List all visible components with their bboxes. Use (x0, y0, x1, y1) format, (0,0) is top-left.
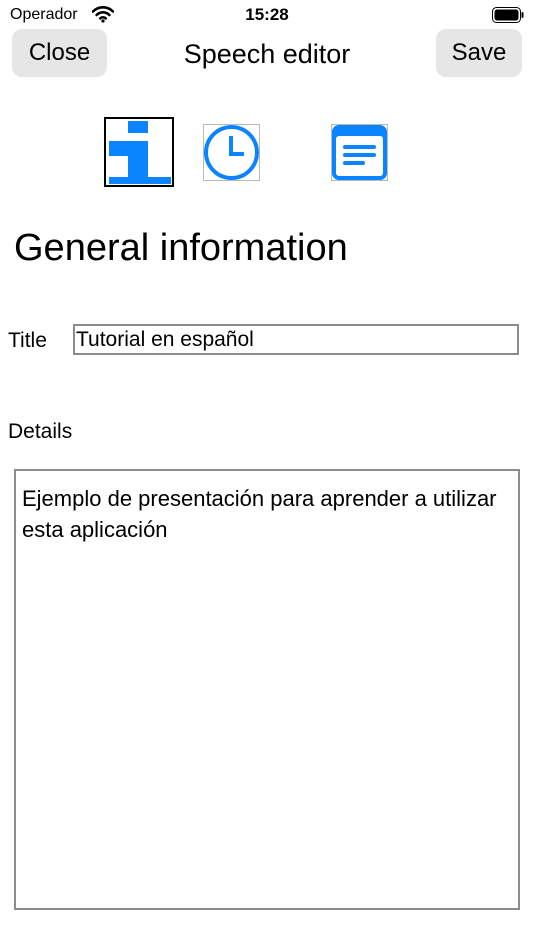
details-textarea[interactable]: Ejemplo de presentación para aprender a … (14, 469, 520, 910)
close-button[interactable]: Close (12, 29, 107, 77)
page-title: Speech editor (183, 39, 351, 69)
info-icon (106, 119, 172, 185)
clock-icon (204, 125, 259, 180)
details-label: Details (8, 420, 73, 443)
tab-notes[interactable] (331, 124, 388, 181)
notes-icon (332, 125, 387, 180)
status-time: 15:28 (245, 5, 289, 24)
tab-time[interactable] (203, 124, 260, 181)
tab-general-info[interactable] (104, 117, 174, 187)
save-button[interactable]: Save (436, 29, 522, 77)
status-bar: Operador 15:28 (0, 0, 534, 30)
title-label: Title (8, 329, 47, 352)
battery-icon (492, 7, 524, 23)
title-input[interactable]: Tutorial en español (73, 324, 519, 355)
section-heading: General information (14, 227, 348, 269)
